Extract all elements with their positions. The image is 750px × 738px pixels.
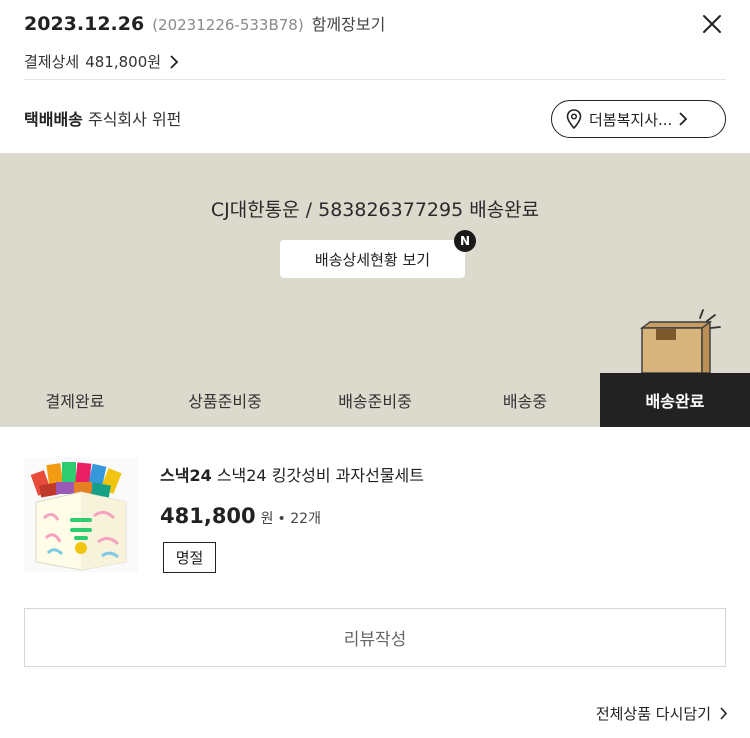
tracking-status: CJ대한통운 / 583826377295 배송완료 [210, 199, 540, 221]
delivery-box-icon [639, 309, 721, 373]
step-in-transit: 배송중 [502, 392, 548, 411]
new-badge: N [454, 230, 476, 252]
step-payment-complete: 결제완료 [45, 392, 105, 411]
together-shopping-label: 함께장보기 [311, 15, 386, 34]
product-title: 스낵24 킹갓성비 과자선물세트 [216, 466, 424, 485]
close-icon[interactable] [700, 12, 724, 36]
delivery-detail-button[interactable]: 배송상세현황 보기 [280, 240, 465, 278]
step-preparing-shipment: 배송준비중 [338, 392, 412, 411]
address-label: 더봄복지사... [589, 110, 673, 129]
tracking-banner: CJ대한통운 / 583826377295 배송완료 배송상세현황 보기 N [0, 153, 750, 373]
delivery-status-steps: 결제완료 상품준비중 배송준비중 배송중 배송완료 [0, 373, 750, 427]
product-name[interactable]: 스낵24 스낵24 킹갓성비 과자선물세트 [160, 462, 424, 486]
readd-all-label: 전체상품 다시담기 [595, 705, 711, 723]
order-header: 2023.12.26 (20231226-533B78) 함께장보기 결제상세 … [24, 8, 726, 80]
order-date-row: 2023.12.26 (20231226-533B78) 함께장보기 [24, 11, 385, 39]
location-pin-icon [566, 109, 582, 129]
seller-company: 주식회사 위펀 [87, 110, 182, 129]
delivery-type: 택배배송 [24, 110, 83, 129]
payment-detail-link[interactable]: 결제상세 481,800원 [24, 51, 179, 72]
address-button[interactable]: 더봄복지사... [551, 100, 726, 138]
product-image[interactable] [24, 458, 138, 572]
product-item: 스낵24 스낵24 킹갓성비 과자선물세트 481,800 원 • 22개 명절 [24, 458, 726, 576]
payment-detail-label: 결제상세 [24, 53, 80, 71]
delivery-info-row: 택배배송 주식회사 위펀 더봄복지사... [24, 100, 726, 140]
product-price-row: 481,800 원 • 22개 [160, 504, 321, 528]
delivery-info: 택배배송 주식회사 위펀 [24, 106, 181, 130]
product-brand: 스낵24 [160, 466, 212, 485]
product-tag-badge: 명절 [163, 542, 216, 573]
price-currency: 원 [260, 511, 274, 527]
chevron-right-icon [679, 112, 688, 126]
payment-amount: 481,800원 [85, 53, 162, 71]
write-review-button[interactable]: 리뷰작성 [24, 608, 726, 667]
readd-all-link[interactable]: 전체상품 다시담기 [596, 703, 728, 724]
step-preparing-product: 상품준비중 [188, 392, 262, 411]
chevron-right-icon [720, 707, 728, 720]
order-number: (20231226-533B78) [152, 16, 304, 34]
order-date: 2023.12.26 [24, 13, 145, 35]
product-price: 481,800 [160, 504, 256, 528]
product-quantity: • 22개 [277, 511, 321, 527]
chevron-right-icon [170, 54, 179, 69]
step-delivered: 배송완료 [600, 373, 750, 427]
